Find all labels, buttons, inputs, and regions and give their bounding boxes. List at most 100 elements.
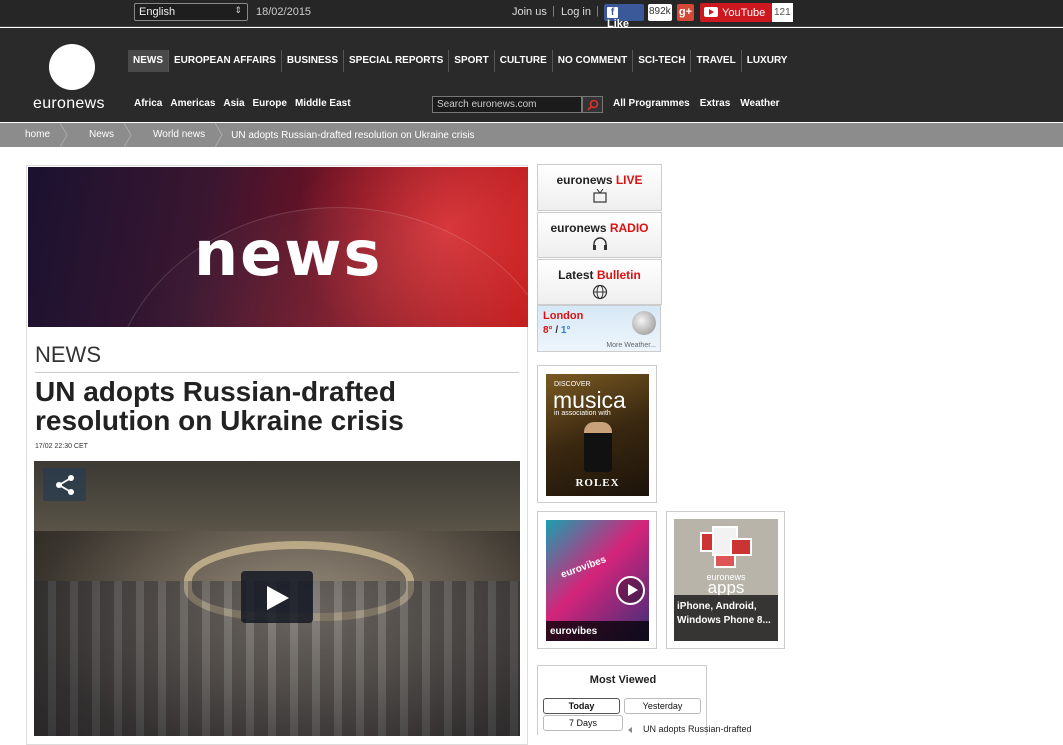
tab-7-days[interactable]: 7 Days bbox=[543, 715, 623, 731]
facebook-like-count: 892k bbox=[648, 4, 672, 21]
breadcrumb-news[interactable]: News bbox=[64, 123, 132, 147]
article-container: news NEWS UN adopts Russian-drafted reso… bbox=[26, 165, 528, 745]
radio-label: euronews RADIO bbox=[538, 221, 661, 235]
most-viewed-title: Most Viewed bbox=[589, 674, 657, 686]
article-timestamp: 17/02 22:30 CET bbox=[35, 443, 88, 450]
euronews-logo[interactable] bbox=[49, 44, 95, 90]
musica-ad[interactable]: DISCOVER musica in association with ROLE… bbox=[537, 365, 657, 503]
nav-news[interactable]: NEWS bbox=[128, 50, 169, 72]
conductor-figure bbox=[584, 422, 612, 472]
region-nav: Africa Americas Asia Europe Middle East bbox=[134, 98, 359, 109]
language-value: English bbox=[139, 6, 176, 18]
youtube-count: 121 bbox=[772, 3, 793, 22]
breadcrumb-news-label: News bbox=[89, 129, 115, 140]
nav-sport[interactable]: SPORT bbox=[449, 50, 495, 72]
eurovibes-logo: eurovibes bbox=[559, 554, 608, 581]
breadcrumb-current: UN adopts Russian-drafted resolution on … bbox=[231, 129, 475, 141]
nav-extras[interactable]: Extras bbox=[700, 98, 731, 109]
language-select[interactable]: English ⇕ bbox=[134, 3, 248, 21]
apps-caption: iPhone, Android, Windows Phone 8... bbox=[674, 595, 778, 641]
weather-high: 8° bbox=[543, 325, 553, 336]
banner-wordmark: news bbox=[194, 217, 383, 290]
live-accent: LIVE bbox=[615, 173, 643, 187]
top-bar: English ⇕ 18/02/2015 Join us | Log in | … bbox=[0, 0, 1063, 30]
weather-temps: 8° / 1° bbox=[543, 325, 570, 336]
nav-business[interactable]: BUSINESS bbox=[282, 50, 344, 72]
nav-culture[interactable]: CULTURE bbox=[495, 50, 553, 72]
search-button[interactable] bbox=[582, 96, 603, 113]
nav-weather[interactable]: Weather bbox=[740, 98, 779, 109]
nav-no-comment[interactable]: NO COMMENT bbox=[553, 50, 634, 72]
more-weather-link[interactable]: More Weather... bbox=[606, 342, 656, 349]
weather-widget[interactable]: London 8° / 1° More Weather... bbox=[537, 305, 661, 352]
chevron-updown-icon: ⇕ bbox=[234, 5, 242, 15]
share-button[interactable] bbox=[43, 468, 86, 501]
rolex-logo: ROLEX bbox=[575, 477, 620, 489]
join-us-link[interactable]: Join us bbox=[512, 6, 547, 18]
search-icon bbox=[587, 99, 599, 111]
extra-nav: All Programmes Extras Weather bbox=[613, 98, 790, 109]
bulletin-label: Latest Bulletin bbox=[538, 268, 661, 282]
youtube-subscribe-button[interactable]: YouTube bbox=[700, 3, 772, 22]
tv-icon bbox=[592, 188, 607, 203]
weather-separator: / bbox=[555, 325, 559, 336]
divider: | bbox=[552, 5, 555, 17]
breadcrumb-home[interactable]: home bbox=[0, 123, 68, 147]
share-icon bbox=[56, 475, 74, 495]
region-americas[interactable]: Americas bbox=[170, 98, 215, 109]
facebook-like-button[interactable]: fLike bbox=[604, 4, 644, 30]
euronews-apps-promo[interactable]: euronews apps iPhone, Android, Windows P… bbox=[666, 511, 785, 649]
site-header: euronews NEWS EUROPEAN AFFAIRS BUSINESS … bbox=[0, 28, 1063, 122]
ad-assoc-text: in association with bbox=[554, 410, 611, 417]
breadcrumb-world-news[interactable]: World news bbox=[128, 123, 223, 147]
divider bbox=[35, 372, 519, 373]
nav-all-programmes[interactable]: All Programmes bbox=[613, 98, 690, 109]
logo-wordmark[interactable]: euronews bbox=[33, 95, 105, 113]
region-africa[interactable]: Africa bbox=[134, 98, 162, 109]
region-europe[interactable]: Europe bbox=[253, 98, 287, 109]
nav-special-reports[interactable]: SPECIAL REPORTS bbox=[344, 50, 450, 72]
headphones-icon bbox=[592, 237, 607, 250]
video-thumbnail-wall bbox=[34, 461, 520, 531]
main-nav: NEWS EUROPEAN AFFAIRS BUSINESS SPECIAL R… bbox=[128, 50, 792, 72]
most-viewed-panel: Most Viewed Today Yesterday 7 Days UN ad… bbox=[537, 665, 752, 735]
article-headline: UN adopts Russian-drafted resolution on … bbox=[35, 376, 404, 436]
video-player[interactable] bbox=[34, 461, 520, 736]
live-label: euronews LIVE bbox=[538, 173, 661, 187]
nav-sci-tech[interactable]: SCI-TECH bbox=[633, 50, 692, 72]
weather-low: 1° bbox=[560, 325, 571, 336]
nav-european-affairs[interactable]: EUROPEAN AFFAIRS bbox=[169, 50, 282, 72]
current-date: 18/02/2015 bbox=[256, 6, 312, 18]
google-plus-button[interactable]: g+ bbox=[677, 4, 694, 21]
bulletin-brand: Latest bbox=[558, 268, 594, 282]
breadcrumb: home News World news UN adopts Russian-d… bbox=[0, 123, 1063, 147]
weather-city: London bbox=[543, 310, 584, 322]
news-banner: news bbox=[28, 167, 528, 327]
eurovibes-caption: eurovibes bbox=[546, 621, 649, 641]
play-button[interactable] bbox=[241, 571, 313, 623]
log-in-link[interactable]: Log in bbox=[561, 6, 591, 18]
nav-travel[interactable]: TRAVEL bbox=[691, 50, 742, 72]
divider: | bbox=[596, 5, 599, 17]
musica-ad-image: DISCOVER musica in association with ROLE… bbox=[546, 374, 649, 496]
radio-brand: euronews bbox=[550, 221, 607, 235]
youtube-label: YouTube bbox=[722, 7, 766, 19]
nav-luxury[interactable]: LUXURY bbox=[742, 50, 793, 72]
region-middle-east[interactable]: Middle East bbox=[295, 98, 351, 109]
breadcrumb-home-label: home bbox=[25, 129, 51, 140]
euronews-radio-button[interactable]: euronews RADIO bbox=[537, 212, 662, 258]
section-title: NEWS bbox=[35, 342, 101, 367]
globe-icon bbox=[592, 284, 607, 300]
tab-today[interactable]: Today bbox=[543, 698, 620, 714]
search-input[interactable]: Search euronews.com bbox=[432, 96, 582, 113]
apps-image: euronews apps iPhone, Android, Windows P… bbox=[674, 519, 778, 641]
bulletin-accent: Bulletin bbox=[596, 268, 641, 282]
region-asia[interactable]: Asia bbox=[223, 98, 244, 109]
play-circle-icon[interactable] bbox=[616, 576, 645, 605]
latest-bulletin-button[interactable]: Latest Bulletin bbox=[537, 259, 662, 305]
eurovibes-promo[interactable]: eurovibes eurovibes bbox=[537, 511, 657, 649]
euronews-live-button[interactable]: euronews LIVE bbox=[537, 164, 662, 211]
live-brand: euronews bbox=[556, 173, 613, 187]
tab-yesterday[interactable]: Yesterday bbox=[624, 698, 701, 714]
moon-weather-icon bbox=[632, 311, 656, 335]
